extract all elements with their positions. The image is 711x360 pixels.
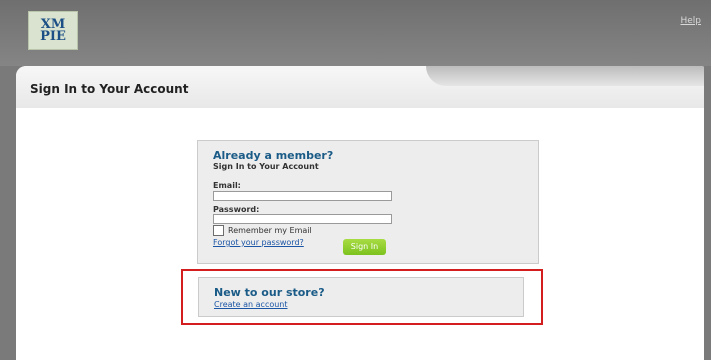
remember-email-label: Remember my Email	[228, 226, 312, 235]
sign-in-panel: Already a member? Sign In to Your Accoun…	[197, 140, 539, 264]
main-content: Sign In to Your Account Already a member…	[16, 66, 704, 360]
new-customer-panel: New to our store? Create an account	[198, 277, 524, 317]
email-label: Email:	[213, 181, 241, 190]
xmpie-logo: XM PIE	[28, 11, 78, 50]
forgot-password-link[interactable]: Forgot your password?	[213, 238, 304, 247]
sign-in-button[interactable]: Sign In	[343, 239, 386, 255]
create-account-link[interactable]: Create an account	[214, 300, 288, 309]
password-field[interactable]	[213, 214, 392, 224]
logo-line-2: PIE	[40, 28, 66, 44]
page-title: Sign In to Your Account	[30, 82, 189, 96]
help-link[interactable]: Help	[680, 16, 701, 26]
new-customer-heading: New to our store?	[214, 286, 325, 299]
top-bar	[0, 0, 711, 66]
sign-in-subheading: Sign In to Your Account	[213, 162, 319, 171]
sign-in-heading: Already a member?	[213, 149, 334, 162]
password-label: Password:	[213, 205, 260, 214]
remember-email-checkbox[interactable]	[213, 225, 224, 236]
remember-email-row[interactable]: Remember my Email	[213, 225, 312, 236]
email-field[interactable]	[213, 191, 392, 201]
